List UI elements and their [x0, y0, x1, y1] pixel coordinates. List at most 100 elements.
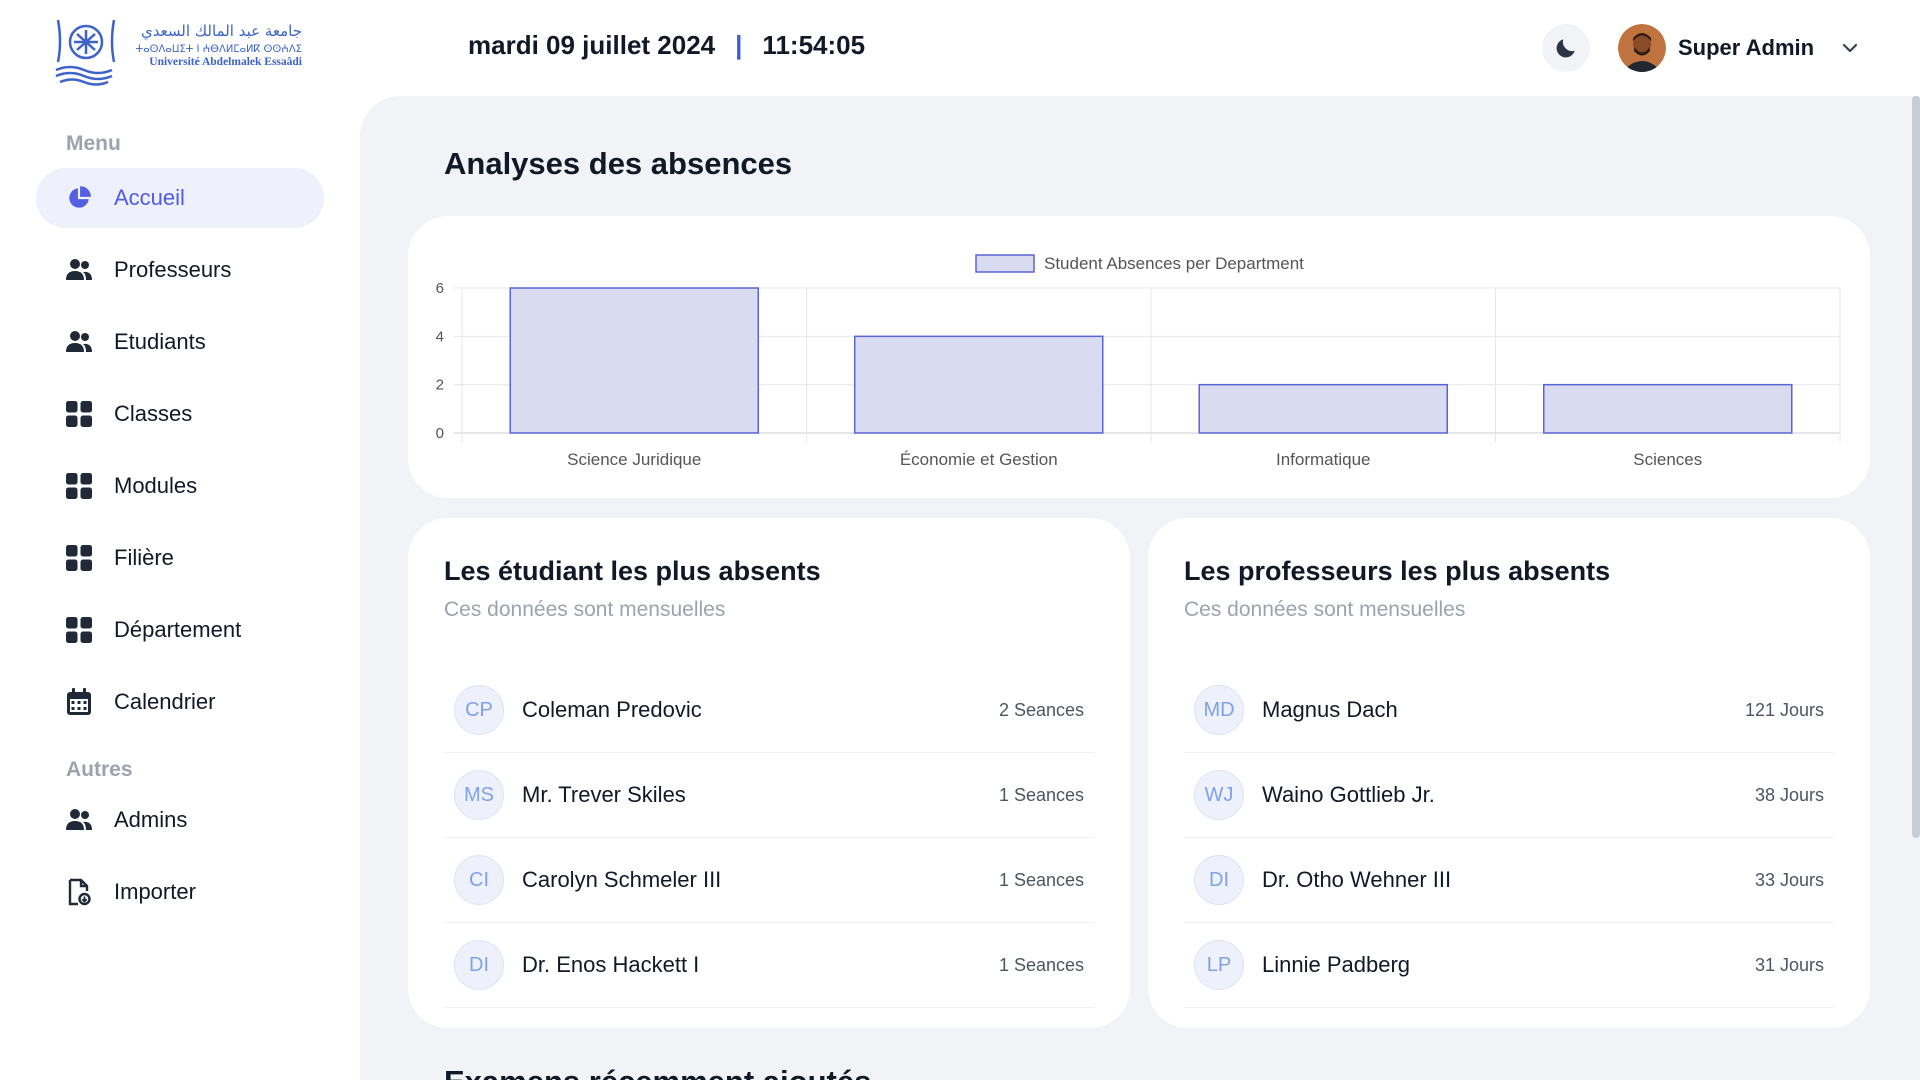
absence-count: 121 Jours [1744, 699, 1824, 720]
legend-label: Student Absences per Department [1044, 254, 1304, 273]
bar [853, 335, 1104, 434]
scrollbar[interactable] [1912, 96, 1920, 838]
student-name: Mr. Trever Skiles [522, 782, 686, 807]
logo-french-text: Université Abdelmalek Essaâdi [149, 56, 303, 68]
sidebar-item-label: Département [114, 617, 242, 642]
absence-count: 38 Jours [1754, 784, 1824, 805]
date-time-separator: | [735, 30, 743, 60]
users-icon [64, 255, 94, 285]
x-tick-label: Informatique [1276, 450, 1371, 469]
absence-count: 1 Seances [998, 954, 1084, 975]
list-item[interactable]: WJ Waino Gottlieb Jr. 38 Jours [1184, 753, 1834, 838]
x-tick-label: Science Juridique [567, 450, 701, 469]
sidebar-item-filiere[interactable]: Filière [36, 528, 324, 588]
student-name: Carolyn Schmeler III [522, 867, 722, 892]
professors-list: MD Magnus Dach 121 Jours WJ Waino Gottli… [1184, 668, 1834, 1008]
professors-absent-card: Les professeurs les plus absents Ces don… [1148, 518, 1870, 1028]
current-date: mardi 09 juillet 2024 [468, 30, 716, 60]
list-item[interactable]: MS Mr. Trever Skiles 1 Seances [444, 753, 1094, 838]
sidebar-item-classes[interactable]: Classes [36, 384, 324, 444]
absence-chart-card: 0 2 4 6 Science Juridique Économie et Gestion… [408, 216, 1870, 498]
professors-card-title: Les professeurs les plus absents [1184, 556, 1611, 586]
x-tick-label: Sciences [1633, 450, 1702, 469]
chevron-down-icon[interactable] [1840, 38, 1860, 58]
sidebar: Menu Accueil Professeurs Etudiants Class… [0, 96, 360, 1080]
moon-icon [1556, 39, 1575, 58]
sidebar-item-label: Modules [114, 473, 198, 498]
list-item[interactable]: DI Dr. Enos Hackett I 1 Seances [444, 923, 1094, 1008]
list-item[interactable]: CP Coleman Predovic 2 Seances [444, 668, 1094, 753]
list-item[interactable]: CI Carolyn Schmeler III 1 Seances [444, 838, 1094, 923]
students-card-title: Les étudiant les plus absents [444, 556, 821, 586]
theme-toggle-button[interactable] [1542, 24, 1590, 72]
user-name: Super Admin [1678, 35, 1815, 60]
students-card-subtitle: Ces données sont mensuelles [444, 598, 726, 621]
sidebar-item-label: Accueil [114, 185, 185, 210]
sidebar-item-label: Calendrier [114, 689, 216, 714]
y-tick-label: 4 [436, 328, 444, 345]
students-list: CP Coleman Predovic 2 Seances MS Mr. Tre… [444, 668, 1094, 1008]
professor-name: Linnie Padberg [1262, 952, 1411, 977]
absence-count: 2 Seances [998, 699, 1084, 720]
list-item[interactable]: MD Magnus Dach 121 Jours [1184, 668, 1834, 753]
page-title: Analyses des absences [444, 146, 793, 181]
sidebar-item-label: Filière [114, 545, 174, 570]
user-menu[interactable]: Super Admin [1618, 22, 1860, 74]
logo-arabic-text: جامعة عبد المالك السعدي [141, 22, 302, 41]
avatar[interactable] [1618, 24, 1666, 72]
sidebar-item-label: Etudiants [114, 329, 206, 354]
y-tick-label: 0 [436, 425, 444, 442]
initials-avatar: WJ [1194, 770, 1244, 820]
initials-avatar: MS [454, 770, 504, 820]
absence-count: 1 Seances [998, 784, 1084, 805]
sidebar-item-modules[interactable]: Modules [36, 456, 324, 516]
top-bar: جامعة عبد المالك السعدي ⵜⴰⵙⴷⴰⵡⵉⵜ ⵏ ⵄⴱⴷⵍⵎ… [0, 0, 1920, 96]
sidebar-item-calendrier[interactable]: Calendrier [36, 672, 324, 732]
x-tick-label: Économie et Gestion [900, 450, 1058, 469]
avatar-image [1618, 24, 1666, 72]
professors-card-subtitle: Ces données sont mensuelles [1184, 598, 1466, 621]
professor-name: Dr. Otho Wehner III [1262, 867, 1452, 892]
sidebar-item-admins[interactable]: Admins [36, 790, 324, 850]
initials-avatar: DI [1194, 855, 1244, 905]
y-tick-label: 2 [436, 377, 444, 394]
menu-section-title: Menu [66, 132, 121, 155]
professor-name: Magnus Dach [1262, 697, 1398, 722]
calendar-icon [64, 687, 94, 717]
sidebar-item-departement[interactable]: Département [36, 600, 324, 660]
sidebar-item-importer[interactable]: Importer [36, 862, 324, 922]
sidebar-item-etudiants[interactable]: Etudiants [36, 312, 324, 372]
absence-count: 33 Jours [1754, 869, 1824, 890]
initials-avatar: CI [454, 855, 504, 905]
initials-avatar: DI [454, 940, 504, 990]
sidebar-item-label: Admins [114, 807, 188, 832]
grid-icon [64, 543, 94, 573]
sidebar-item-label: Importer [114, 879, 196, 904]
list-item[interactable]: DI Dr. Otho Wehner III 33 Jours [1184, 838, 1834, 923]
sidebar-item-label: Professeurs [114, 257, 232, 282]
logo-amazigh-text: ⵜⴰⵙⴷⴰⵡⵉⵜ ⵏ ⵄⴱⴷⵍⵎⴰⵍⴽ ⵙⵙⵄⴷⵉ [136, 44, 302, 55]
main-content: Analyses des absences 0 2 4 6 Science Juridi… [360, 96, 1920, 1080]
university-logo[interactable]: جامعة عبد المالك السعدي ⵜⴰⵙⴷⴰⵡⵉⵜ ⵏ ⵄⴱⴷⵍⵎ… [52, 12, 304, 88]
current-time: 11:54:05 [762, 30, 866, 60]
bar [1542, 383, 1793, 434]
sidebar-item-professeurs[interactable]: Professeurs [36, 240, 324, 300]
professor-name: Waino Gottlieb Jr. [1262, 782, 1435, 807]
students-absent-card: Les étudiant les plus absents Ces donnée… [408, 518, 1130, 1028]
y-tick-label: 6 [436, 280, 444, 297]
list-item[interactable]: LP Linnie Padberg 31 Jours [1184, 923, 1834, 1008]
student-name: Coleman Predovic [522, 697, 702, 722]
grid-icon [64, 471, 94, 501]
grid-icon [64, 615, 94, 645]
recent-exams-title: Examens récemment ajoutés [444, 1064, 871, 1080]
absence-bar-chart: 0 2 4 6 Science Juridique Économie et Gestion… [436, 254, 1841, 469]
absence-count: 1 Seances [998, 869, 1084, 890]
absence-count: 31 Jours [1754, 954, 1824, 975]
file-import-icon [64, 877, 94, 907]
initials-avatar: LP [1194, 940, 1244, 990]
sidebar-item-label: Classes [114, 401, 193, 426]
other-section-title: Autres [66, 758, 133, 781]
bar [509, 287, 760, 434]
sidebar-item-accueil[interactable]: Accueil [36, 168, 324, 228]
date-time: mardi 09 juillet 2024 | 11:54:05 [468, 30, 865, 61]
